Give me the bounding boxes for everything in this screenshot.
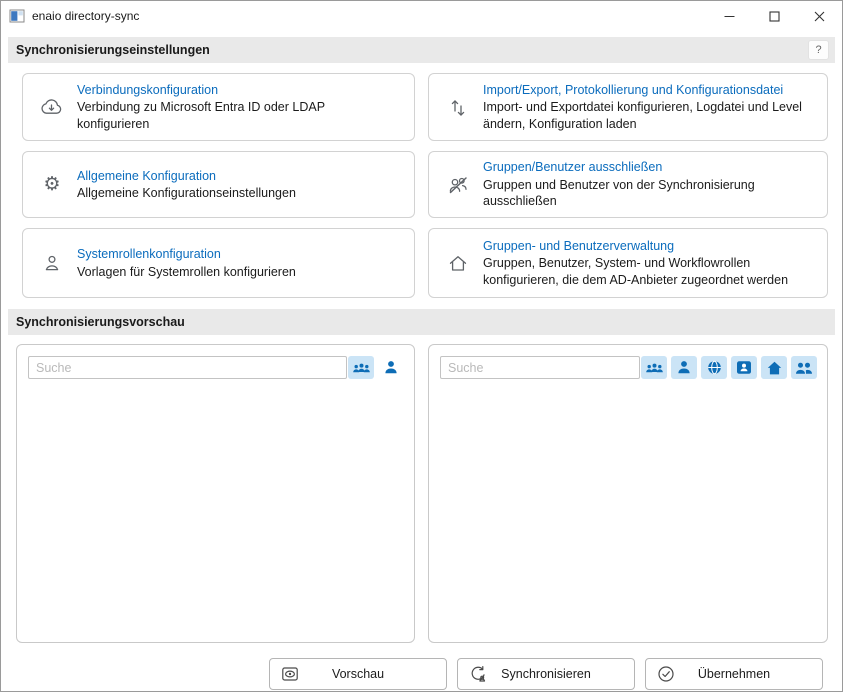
window-title: enaio directory-sync: [32, 9, 707, 23]
synchronize-button[interactable]: Synchronisieren: [457, 658, 635, 690]
person-icon: [677, 360, 691, 375]
cloud-download-icon: [40, 98, 64, 116]
users-panel-toolbar: [429, 345, 827, 385]
card-title[interactable]: Verbindungskonfiguration: [77, 82, 400, 99]
sync-icon: [469, 665, 487, 683]
card-description: Gruppen und Benutzer von der Synchronisi…: [483, 177, 813, 210]
app-window: enaio directory-sync Synchronisierungsei…: [0, 0, 843, 692]
import-export-arrows-icon: [446, 97, 470, 117]
two-people-icon: [795, 361, 813, 375]
person-icon: [384, 360, 398, 375]
preview-section-header: Synchronisierungsvorschau: [8, 309, 835, 335]
users-result-list[interactable]: [429, 385, 827, 642]
groups-preview-panel: [16, 344, 415, 643]
card-description: Allgemeine Konfigurationseinstellungen: [77, 185, 296, 202]
card-system-roles[interactable]: Systemrollenkonfiguration Vorlagen für S…: [22, 228, 415, 298]
app-logo-icon: [9, 8, 25, 24]
settings-cards: Verbindungskonfiguration Verbindung zu M…: [22, 73, 828, 298]
home-icon: [767, 361, 782, 375]
apply-button[interactable]: Übernehmen: [645, 658, 823, 690]
groups-panel-toolbar: [17, 345, 414, 385]
groups-filter-group: [348, 356, 404, 379]
group-icon: [352, 361, 371, 375]
home-outline-icon: [446, 254, 470, 273]
footer-actions: Vorschau Synchronisieren Übernehmen: [1, 658, 823, 690]
person-outline-icon: [40, 254, 64, 272]
contact-card-filter-button[interactable]: [731, 356, 757, 379]
card-title[interactable]: Import/Export, Protokollierung und Konfi…: [483, 82, 813, 99]
preview-eye-icon: [281, 665, 299, 683]
globe-filter-button[interactable]: [701, 356, 727, 379]
card-title[interactable]: Systemrollenkonfiguration: [77, 246, 296, 263]
window-controls: [707, 1, 842, 31]
card-connection-configuration[interactable]: Verbindungskonfiguration Verbindung zu M…: [22, 73, 415, 141]
contact-card-icon: [736, 360, 752, 375]
card-description: Vorlagen für Systemrollen konfigurieren: [77, 264, 296, 281]
card-description: Verbindung zu Microsoft Entra ID oder LD…: [77, 99, 400, 132]
apply-button-label: Übernehmen: [698, 667, 770, 681]
users-filter-group: [641, 356, 817, 379]
preview-button-label: Vorschau: [332, 667, 384, 681]
users-search-input[interactable]: [440, 356, 640, 379]
card-title[interactable]: Allgemeine Konfiguration: [77, 168, 296, 185]
preview-panels: [16, 344, 828, 643]
preview-section-title: Synchronisierungsvorschau: [16, 315, 185, 329]
home-filter-button[interactable]: [761, 356, 787, 379]
card-description: Gruppen, Benutzer, System- und Workflowr…: [483, 255, 813, 288]
groups-search-input[interactable]: [28, 356, 347, 379]
card-group-user-management[interactable]: Gruppen- und Benutzerverwaltung Gruppen,…: [428, 228, 828, 298]
person-filter-button[interactable]: [378, 356, 404, 379]
two-people-filter-button[interactable]: [791, 356, 817, 379]
close-icon[interactable]: [797, 1, 842, 31]
users-preview-panel: [428, 344, 828, 643]
maximize-icon[interactable]: [752, 1, 797, 31]
synchronize-button-label: Synchronisieren: [501, 667, 591, 681]
card-title[interactable]: Gruppen- und Benutzerverwaltung: [483, 238, 813, 255]
help-button[interactable]: ?: [808, 40, 829, 60]
check-circle-icon: [657, 665, 675, 683]
group-filter-button[interactable]: [348, 356, 374, 379]
titlebar: enaio directory-sync: [1, 1, 842, 31]
group-filter-button[interactable]: [641, 356, 667, 379]
card-description: Import- und Exportdatei konfigurieren, L…: [483, 99, 813, 132]
card-general-configuration[interactable]: ⚙ Allgemeine Konfiguration Allgemeine Ko…: [22, 151, 415, 218]
preview-button[interactable]: Vorschau: [269, 658, 447, 690]
person-filter-button[interactable]: [671, 356, 697, 379]
globe-icon: [707, 360, 722, 375]
settings-section-title: Synchronisierungseinstellungen: [16, 43, 210, 57]
settings-section-header: Synchronisierungseinstellungen ?: [8, 37, 835, 63]
gear-icon: ⚙: [40, 175, 64, 194]
group-icon: [645, 361, 664, 375]
card-exclude-groups-users[interactable]: Gruppen/Benutzer ausschließen Gruppen un…: [428, 151, 828, 218]
exclude-users-icon: [446, 175, 470, 195]
minimize-icon[interactable]: [707, 1, 752, 31]
groups-result-list[interactable]: [17, 385, 414, 642]
card-title[interactable]: Gruppen/Benutzer ausschließen: [483, 159, 813, 176]
card-import-export[interactable]: Import/Export, Protokollierung und Konfi…: [428, 73, 828, 141]
